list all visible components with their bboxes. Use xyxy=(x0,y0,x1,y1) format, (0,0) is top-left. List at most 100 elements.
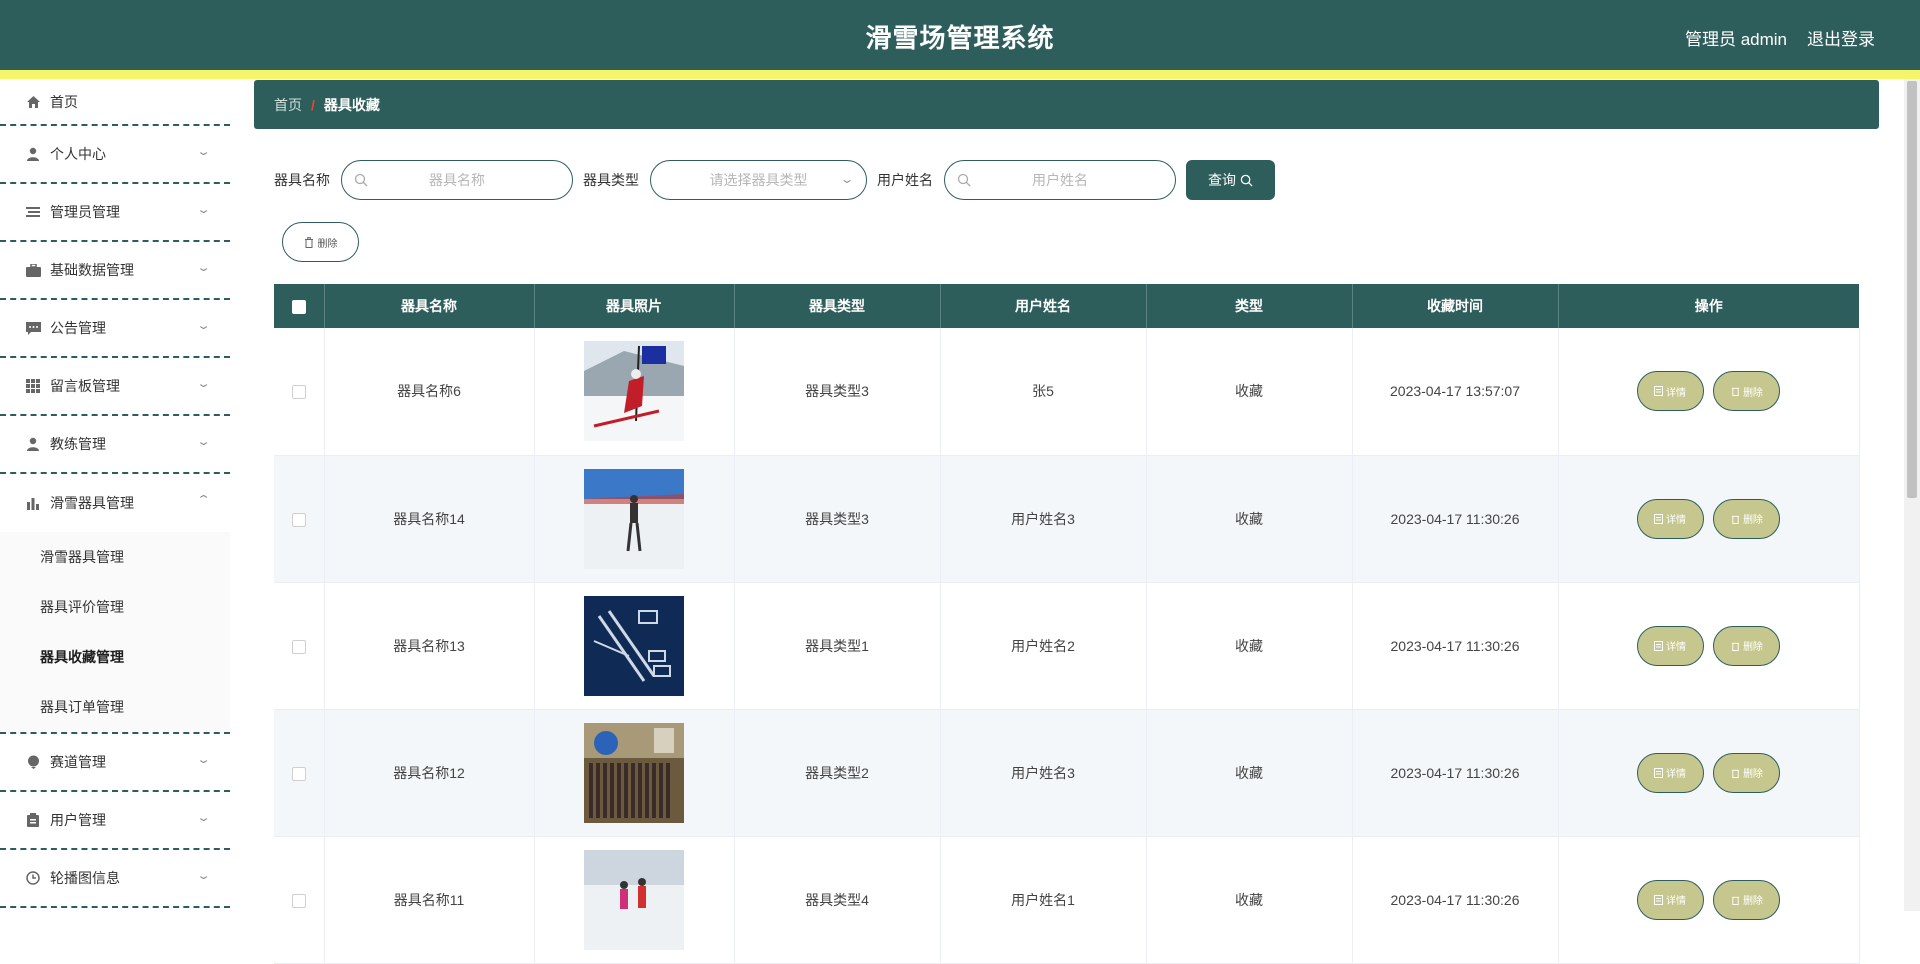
scrollbar-thumb[interactable] xyxy=(1907,81,1917,498)
breadcrumb-current: 器具收藏 xyxy=(323,96,380,113)
user-name-cell: 用户姓名3 xyxy=(940,709,1147,837)
equipment-photo[interactable] xyxy=(584,341,684,442)
trash-icon xyxy=(1731,388,1740,397)
equipment-photo[interactable] xyxy=(584,468,684,569)
equipment-photo[interactable] xyxy=(584,595,684,696)
equipment-name-cell: 器具名称12 xyxy=(324,709,535,837)
equipment-photo[interactable] xyxy=(584,849,684,950)
sidebar-item-label: 基础数据管理 xyxy=(50,262,134,278)
row-checkbox[interactable] xyxy=(291,512,306,527)
detail-button[interactable]: 详情 xyxy=(1636,752,1704,793)
row-checkbox[interactable] xyxy=(291,385,306,400)
logout-link[interactable]: 退出登录 xyxy=(1807,25,1875,50)
equipment-type-placeholder: 请选择器具类型 xyxy=(709,172,808,188)
equipment-type-cell: 器具类型3 xyxy=(734,328,941,456)
app-title: 滑雪场管理系统 xyxy=(865,23,1055,53)
detail-button-label: 详情 xyxy=(1666,387,1687,399)
delete-button-label: 删除 xyxy=(1742,642,1763,653)
detail-button[interactable]: 详情 xyxy=(1636,625,1704,666)
user-name-placeholder: 用户姓名 xyxy=(1032,172,1088,188)
trash-icon xyxy=(304,236,313,248)
chevron-down-icon: ⌄ xyxy=(196,320,211,332)
sidebar-item-carousel[interactable]: 轮播图信息 ⌄ xyxy=(0,850,230,908)
search-icon xyxy=(957,173,971,190)
sidebar-item-home[interactable]: 首页 xyxy=(0,79,230,126)
detail-button-label: 详情 xyxy=(1666,515,1687,526)
chevron-down-icon: ⌄ xyxy=(196,204,211,216)
submenu-item-reviews[interactable]: 器具评价管理 xyxy=(0,582,230,632)
sidebar-item-coaches[interactable]: 教练管理 ⌄ xyxy=(0,416,230,474)
row-checkbox[interactable] xyxy=(291,639,306,654)
kind-cell: 收藏 xyxy=(1146,328,1353,456)
column-header[interactable]: 用户姓名 xyxy=(940,284,1147,328)
user-icon xyxy=(25,146,41,162)
row-checkbox[interactable] xyxy=(291,766,306,781)
detail-button[interactable]: 详情 xyxy=(1636,498,1704,539)
delete-button[interactable]: 删除 xyxy=(1713,498,1781,539)
sidebar-item-tracks[interactable]: 赛道管理 ⌄ xyxy=(0,734,230,792)
user-name-input[interactable]: 用户姓名 xyxy=(944,160,1176,200)
column-header[interactable]: 收藏时间 xyxy=(1352,284,1559,328)
favorites-table: 器具名称 器具照片 器具类型 用户姓名 类型 收藏时间 操作 器具名称6 器具类… xyxy=(274,284,1860,964)
top-header: 滑雪场管理系统 管理员 admin 退出登录 xyxy=(0,0,1920,70)
select-all-checkbox[interactable] xyxy=(291,300,306,315)
sidebar-item-label: 轮播图信息 xyxy=(50,870,120,886)
table-row: 器具名称12 器具类型2 用户姓名3 收藏 2023-04-17 11:30:2… xyxy=(274,709,1860,837)
submenu-item-equipment[interactable]: 滑雪器具管理 xyxy=(0,532,230,582)
sidebar-item-base-data[interactable]: 基础数据管理 ⌄ xyxy=(0,242,230,300)
submenu-item-orders[interactable]: 器具订单管理 xyxy=(0,682,230,732)
trash-icon xyxy=(1731,515,1740,524)
kind-cell: 收藏 xyxy=(1146,836,1353,964)
batch-delete-label: 删除 xyxy=(317,238,338,250)
document-icon xyxy=(1654,513,1664,524)
query-button[interactable]: 查询 xyxy=(1186,160,1275,200)
detail-button[interactable]: 详情 xyxy=(1636,371,1704,412)
briefcase-icon xyxy=(25,262,41,278)
kind-cell: 收藏 xyxy=(1146,582,1353,710)
sidebar-item-ski-equipment[interactable]: 滑雪器具管理 ⌃ xyxy=(0,474,230,532)
chevron-down-icon: ⌄ xyxy=(196,754,211,766)
breadcrumb-home[interactable]: 首页 xyxy=(274,95,302,115)
column-header[interactable]: 器具名称 xyxy=(324,284,535,328)
sidebar-item-users[interactable]: 用户管理 ⌄ xyxy=(0,792,230,850)
batch-delete-button[interactable]: 删除 xyxy=(282,222,359,262)
sidebar-item-profile[interactable]: 个人中心 ⌄ xyxy=(0,126,230,184)
detail-button-label: 详情 xyxy=(1666,642,1687,653)
equipment-type-select[interactable]: 请选择器具类型 ⌄ xyxy=(650,160,867,200)
person-icon xyxy=(25,436,41,452)
column-header[interactable]: 器具类型 xyxy=(734,284,941,328)
delete-button[interactable]: 删除 xyxy=(1713,625,1781,666)
equipment-name-input[interactable]: 器具名称 xyxy=(341,160,573,200)
ski-equipment-submenu: 滑雪器具管理 器具评价管理 器具收藏管理 器具订单管理 xyxy=(0,532,230,734)
equipment-name-label: 器具名称 xyxy=(274,172,330,188)
sidebar-item-notices[interactable]: 公告管理 ⌄ xyxy=(0,300,230,358)
chevron-down-icon: ⌄ xyxy=(196,262,211,274)
table-row: 器具名称14 器具类型3 用户姓名3 收藏 2023-04-17 11:30:2… xyxy=(274,455,1860,583)
delete-button[interactable]: 删除 xyxy=(1713,752,1781,793)
user-name-label: 用户姓名 xyxy=(877,172,933,188)
sidebar-item-label: 公告管理 xyxy=(50,320,106,336)
sidebar-item-guestbook[interactable]: 留言板管理 ⌄ xyxy=(0,358,230,416)
table-row: 器具名称11 器具类型4 用户姓名1 收藏 2023-04-17 11:30:2… xyxy=(274,836,1860,964)
search-form: 器具名称 器具名称 器具类型 请选择器具类型 ⌄ 用户姓名 用户姓名 查询 xyxy=(274,160,1275,200)
equipment-photo[interactable] xyxy=(584,722,684,823)
sidebar-item-label: 个人中心 xyxy=(50,146,106,162)
column-header[interactable]: 类型 xyxy=(1146,284,1353,328)
home-icon xyxy=(25,94,41,110)
column-header: 器具照片 xyxy=(534,284,735,328)
submenu-item-favorites[interactable]: 器具收藏管理 xyxy=(0,632,230,682)
delete-button[interactable]: 删除 xyxy=(1713,879,1781,920)
sidebar-item-label: 管理员管理 xyxy=(50,204,120,220)
chevron-down-icon: ⌄ xyxy=(196,812,211,824)
search-icon xyxy=(1240,174,1253,187)
row-checkbox[interactable] xyxy=(291,893,306,908)
sidebar-item-label: 教练管理 xyxy=(50,436,106,452)
delete-button[interactable]: 删除 xyxy=(1713,371,1781,412)
chevron-up-icon: ⌃ xyxy=(196,494,211,506)
kind-cell: 收藏 xyxy=(1146,709,1353,837)
detail-button[interactable]: 详情 xyxy=(1636,879,1704,920)
trash-icon xyxy=(1731,896,1740,905)
sidebar-item-admins[interactable]: 管理员管理 ⌄ xyxy=(0,184,230,242)
sidebar-item-label: 留言板管理 xyxy=(50,378,120,394)
vertical-scrollbar[interactable] xyxy=(1904,79,1920,911)
